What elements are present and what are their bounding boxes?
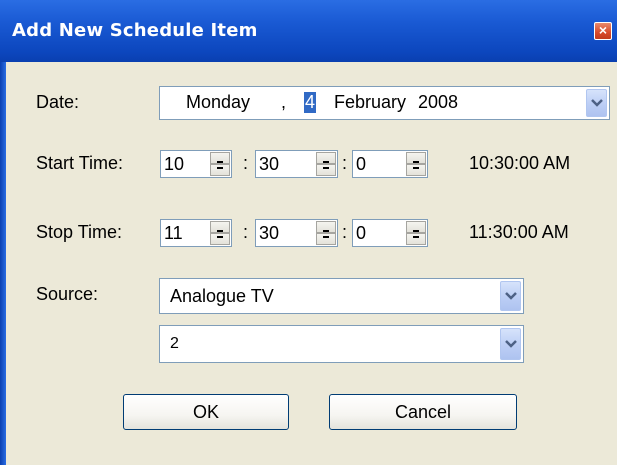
spin-up-icon[interactable] [406,221,426,233]
stop-minute-value: 30 [259,223,280,243]
spin-down-icon[interactable] [210,233,230,245]
stop-second-spin [406,221,426,245]
channel-selected-value: 2 [170,335,179,352]
spin-down-icon[interactable] [316,164,336,176]
chevron-down-icon [505,340,517,348]
date-month[interactable]: February [334,92,406,113]
close-button[interactable]: × [594,22,612,40]
spin-down-icon[interactable] [316,233,336,245]
chevron-down-icon [505,292,517,300]
spin-down-icon[interactable] [210,164,230,176]
spin-up-icon[interactable] [316,221,336,233]
channel-dropdown-button[interactable] [500,328,521,360]
window-title: Add New Schedule Item [12,20,258,41]
start-second-spin [406,152,426,176]
close-icon: × [598,22,608,38]
start-colon-2: : [342,153,348,173]
start-hour-value: 10 [164,154,185,174]
start-colon-1: : [243,153,249,173]
ok-button[interactable]: OK [123,394,289,430]
start-second-stepper[interactable]: 0 [352,150,428,178]
source-label: Source: [36,284,99,304]
date-label: Date: [36,92,80,112]
spin-down-icon[interactable] [406,164,426,176]
spin-down-icon[interactable] [406,233,426,245]
start-time-label: Start Time: [36,153,124,173]
stop-second-stepper[interactable]: 0 [352,219,428,247]
title-bar[interactable]: Add New Schedule Item × [0,0,617,62]
start-time-display: 10:30:00 AM [469,153,571,173]
start-hour-spin [210,152,230,176]
start-minute-stepper[interactable]: 30 [255,150,338,178]
stop-colon-1: : [243,222,249,242]
cancel-button[interactable]: Cancel [329,394,517,430]
stop-second-value: 0 [356,223,367,243]
channel-select[interactable]: 2 [159,325,524,363]
chevron-down-icon [591,99,603,107]
start-second-value: 0 [356,154,367,174]
stop-minute-spin [316,221,336,245]
spin-up-icon[interactable] [316,152,336,164]
spin-up-icon[interactable] [210,152,230,164]
stop-colon-2: : [342,222,348,242]
stop-minute-stepper[interactable]: 30 [255,219,338,247]
stop-hour-spin [210,221,230,245]
date-separator: , [281,92,287,112]
dialog-body: Date: Monday , 4 February 2008 Start Tim… [6,62,617,465]
stop-time-label: Stop Time: [36,222,123,242]
date-year[interactable]: 2008 [418,92,458,113]
source-selected-value: Analogue TV [170,286,274,306]
date-weekday: Monday [186,92,251,112]
start-minute-value: 30 [259,154,280,174]
stop-hour-stepper[interactable]: 11 [160,219,232,247]
start-hour-stepper[interactable]: 10 [160,150,232,178]
source-dropdown-button[interactable] [500,281,521,311]
start-minute-spin [316,152,336,176]
stop-time-display: 11:30:00 AM [469,222,569,242]
stop-hour-value: 11 [164,223,183,243]
date-picker[interactable]: Monday , 4 February 2008 [159,86,610,120]
source-select[interactable]: Analogue TV [159,278,524,314]
spin-up-icon[interactable] [210,221,230,233]
date-day[interactable]: 4 [304,92,317,113]
spin-up-icon[interactable] [406,152,426,164]
date-dropdown-button[interactable] [586,89,607,117]
